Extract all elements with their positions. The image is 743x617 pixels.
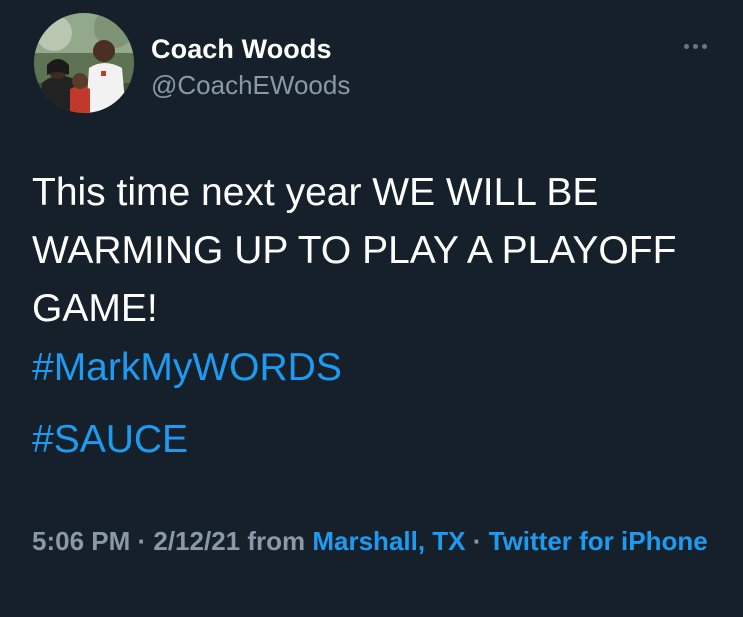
display-name[interactable]: Coach Woods [151, 34, 332, 65]
tweet: Coach Woods @CoachEWoods This time next … [0, 0, 743, 617]
tweet-time[interactable]: 5:06 PM [32, 526, 130, 556]
source-link[interactable]: Twitter for iPhone [489, 526, 708, 556]
tweet-text: This time next year WE WILL BE WARMING U… [32, 164, 722, 338]
tweet-date[interactable]: 2/12/21 [153, 526, 240, 556]
location-link[interactable]: Marshall, TX [312, 526, 465, 556]
avatar-photo [34, 13, 134, 113]
more-options-button[interactable] [676, 34, 716, 58]
hashtag-link[interactable]: #SAUCE [32, 418, 188, 462]
tweet-text-line: GAME! [32, 287, 158, 330]
more-horizontal-icon-dot [702, 44, 707, 49]
meta-separator: · [130, 526, 154, 556]
meta-separator: · [465, 526, 489, 556]
avatar[interactable] [34, 13, 134, 113]
tweet-metadata: 5:06 PM · 2/12/21 from Marshall, TX · Tw… [32, 521, 722, 561]
from-label: from [240, 526, 313, 556]
tweet-text-line: This time next year WE WILL BE [32, 171, 599, 214]
user-handle[interactable]: @CoachEWoods [151, 70, 350, 101]
hashtag-link[interactable]: #MarkMyWORDS [32, 346, 342, 390]
more-horizontal-icon-dot [693, 44, 698, 49]
more-horizontal-icon [684, 44, 689, 49]
tweet-text-line: WARMING UP TO PLAY A PLAYOFF [32, 229, 677, 272]
